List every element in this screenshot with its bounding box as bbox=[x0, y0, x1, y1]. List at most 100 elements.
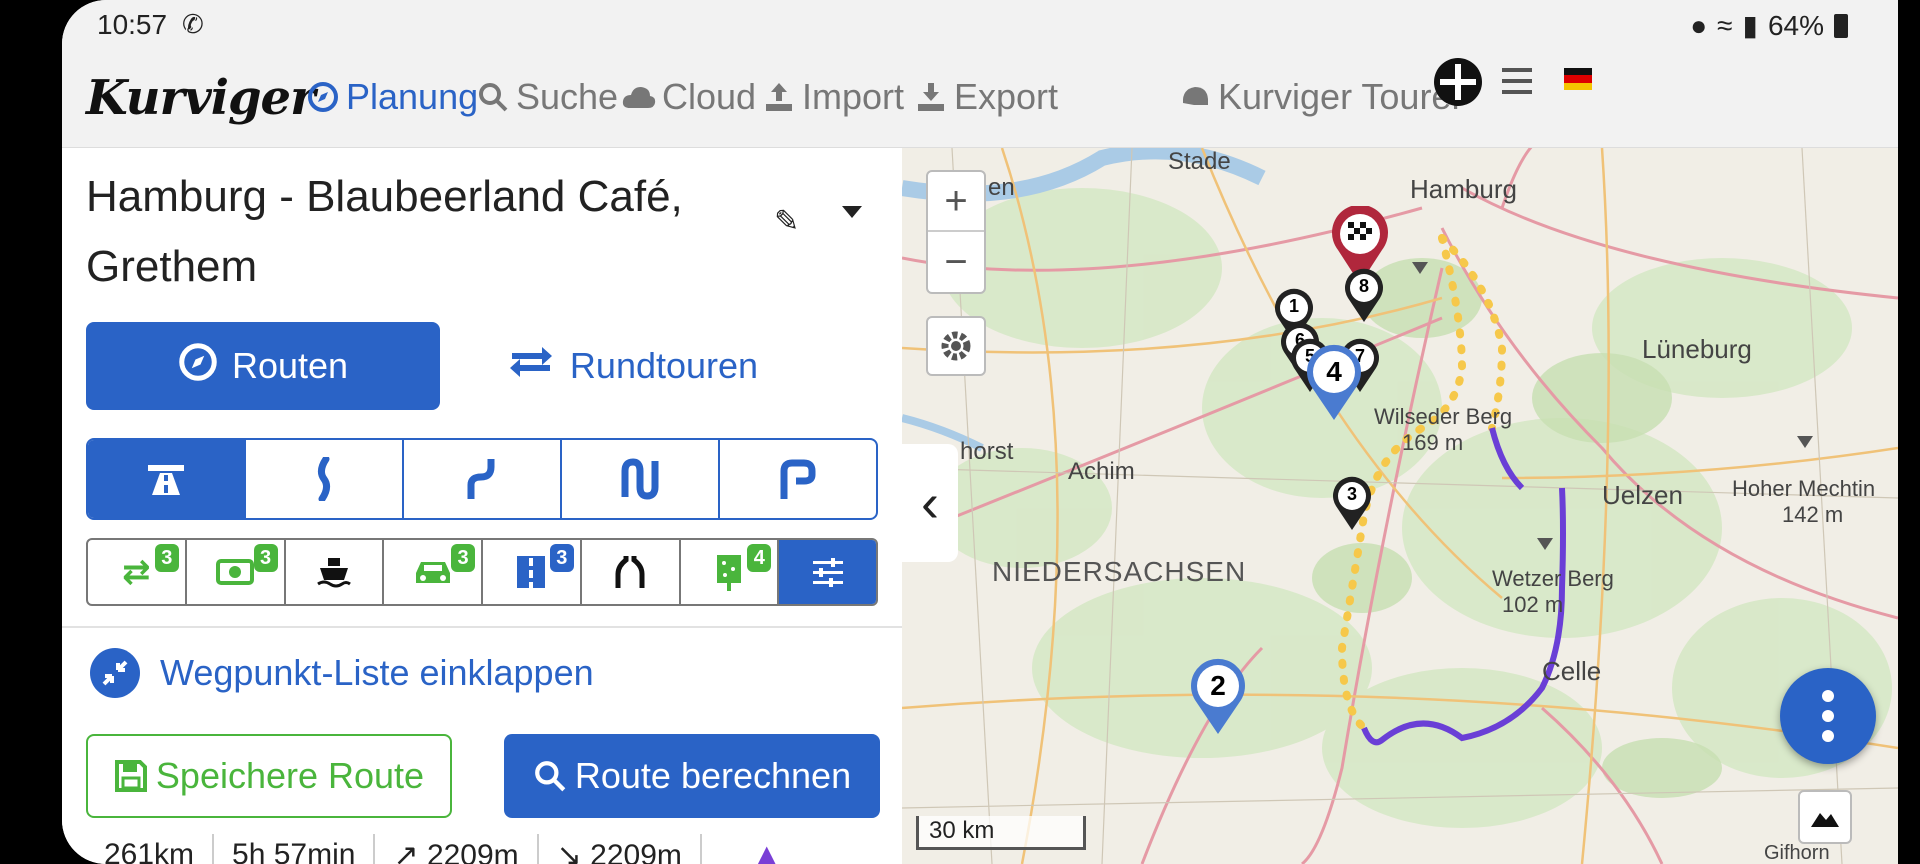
map-label-en: en bbox=[988, 174, 1015, 201]
option-toll[interactable]: 3 bbox=[187, 540, 286, 604]
dot-icon bbox=[1822, 710, 1834, 722]
option-badge: 3 bbox=[154, 544, 179, 572]
gear-icon bbox=[941, 331, 971, 361]
collapse-arrows-icon bbox=[90, 648, 140, 698]
stat-distance: 261km bbox=[86, 834, 215, 864]
option-shuffle[interactable]: ⇄ 3 bbox=[88, 540, 187, 604]
nav-cloud[interactable]: Cloud bbox=[622, 76, 756, 118]
nav-suche-label: Suche bbox=[516, 76, 619, 117]
floppy-icon bbox=[114, 760, 147, 792]
map-label-uelzen: Uelzen bbox=[1602, 480, 1683, 510]
search-icon bbox=[535, 761, 566, 792]
account-icon[interactable] bbox=[1434, 58, 1482, 106]
route-options: ⇄ 3 3 3 3 4 bbox=[86, 538, 878, 606]
option-badge: 3 bbox=[253, 544, 278, 572]
map-label-niedersachsen: NIEDERSACHSEN bbox=[992, 556, 1247, 587]
signal-icon: ▮ bbox=[1742, 10, 1758, 41]
map-label-hoher-mechtin: Hoher Mechtin bbox=[1732, 476, 1876, 501]
nav-kurviger-tourer[interactable]: Kurviger Tourer bbox=[1178, 76, 1463, 118]
waypoint-marker-2[interactable]: 2 bbox=[1186, 658, 1250, 736]
road-type-selector bbox=[86, 438, 878, 520]
very-curvy-road-type[interactable] bbox=[562, 440, 720, 518]
zoom-control: + − bbox=[926, 170, 986, 294]
option-unpaved[interactable]: 3 bbox=[483, 540, 582, 604]
route-map[interactable]: Stade en Hamburg Lüneburg horst Achim Wi… bbox=[902, 148, 1898, 864]
planning-sidebar: Hamburg - Blaubeerland Café, Grethem ✎ R… bbox=[62, 148, 902, 864]
map-label-celle: Celle bbox=[1542, 656, 1602, 686]
highway-road-type[interactable] bbox=[88, 440, 246, 518]
collapse-waypoints[interactable]: Wegpunkt-Liste einklappen bbox=[90, 648, 594, 698]
nav-export[interactable]: Export bbox=[914, 76, 1058, 118]
highway-icon bbox=[148, 465, 184, 495]
nav-export-label: Export bbox=[954, 76, 1059, 117]
rundtouren-button[interactable]: Rundtouren bbox=[482, 322, 782, 410]
map-label-gifhorn: Gifhorn bbox=[1764, 842, 1830, 864]
option-badge: 3 bbox=[451, 544, 475, 572]
map-settings-button[interactable] bbox=[926, 316, 986, 376]
language-flag-de-icon[interactable] bbox=[1564, 68, 1592, 90]
map-label-wilsede: Wilseder Berg bbox=[1374, 404, 1513, 429]
stat-duration: 5h 57min bbox=[214, 834, 376, 864]
menu-icon[interactable] bbox=[1502, 68, 1532, 94]
waypoint-marker-8[interactable]: 8 bbox=[1342, 268, 1386, 324]
nav-import[interactable]: Import bbox=[762, 76, 904, 118]
option-ferry[interactable] bbox=[286, 540, 385, 604]
wifi-icon: ≈ bbox=[1717, 9, 1733, 41]
save-route-label: Speichere Route bbox=[155, 755, 425, 796]
nature-icon bbox=[716, 555, 741, 591]
nav-planung[interactable]: Planung bbox=[306, 76, 478, 118]
divider bbox=[62, 626, 902, 628]
fast-road-type[interactable] bbox=[246, 440, 404, 518]
slight-curve-icon bbox=[317, 457, 331, 501]
elevation-profile-button[interactable] bbox=[1798, 790, 1852, 844]
extreme-curve-icon bbox=[780, 459, 816, 499]
calculate-route-label: Route berechnen bbox=[574, 755, 852, 796]
extreme-curvy-road-type[interactable] bbox=[720, 440, 876, 518]
kurviger-logo[interactable]: Kurviger bbox=[86, 70, 315, 126]
map-label-stade: Stade bbox=[1168, 148, 1231, 175]
compass-icon bbox=[306, 80, 340, 114]
edit-pencil-icon[interactable]: ✎ bbox=[774, 204, 799, 239]
more-options-fab[interactable] bbox=[1780, 668, 1876, 764]
zoom-out-button[interactable]: − bbox=[928, 232, 984, 292]
curve-icon bbox=[467, 459, 495, 499]
option-narrow[interactable] bbox=[582, 540, 681, 604]
map-label-horst: horst bbox=[960, 438, 1014, 465]
location-icon: ● bbox=[1690, 9, 1708, 41]
routen-button[interactable]: Routen bbox=[86, 322, 440, 410]
nav-planung-label: Planung bbox=[346, 76, 479, 117]
option-settings[interactable] bbox=[779, 540, 876, 604]
cloud-icon bbox=[622, 80, 656, 114]
option-badge: 3 bbox=[549, 544, 574, 572]
routen-label: Routen bbox=[231, 345, 349, 386]
nav-import-label: Import bbox=[802, 76, 905, 117]
waypoint-marker-3[interactable]: 3 bbox=[1330, 476, 1374, 532]
mountain-icon bbox=[1811, 813, 1839, 827]
zoom-in-button[interactable]: + bbox=[928, 172, 984, 232]
option-nature[interactable]: 4 bbox=[681, 540, 780, 604]
calculate-route-button[interactable]: Route berechnen bbox=[504, 734, 880, 818]
shuffle-icon: ⇄ bbox=[122, 553, 151, 591]
map-label-achim: Achim bbox=[1068, 458, 1135, 485]
route-title[interactable]: Hamburg - Blaubeerland Café, Grethem bbox=[86, 162, 696, 302]
helmet-icon bbox=[1178, 80, 1212, 114]
wifi-call-icon: ✆ bbox=[182, 9, 204, 39]
rundtouren-label: Rundtouren bbox=[569, 345, 759, 386]
chevron-down-icon[interactable] bbox=[842, 206, 862, 218]
nav-suche[interactable]: Suche bbox=[476, 76, 618, 118]
map-label-wetzer-elev: 102 m bbox=[1502, 592, 1564, 617]
dot-icon bbox=[1822, 730, 1834, 742]
top-navbar: Kurviger Planung Suche Cloud Import Expo… bbox=[62, 48, 1898, 148]
waypoint-marker-4[interactable]: 4 bbox=[1302, 344, 1366, 422]
status-bar: 10:57 ✆ ● ≈ ▮ 64% bbox=[62, 0, 1898, 48]
option-car[interactable]: 3 bbox=[384, 540, 483, 604]
curvy-road-type[interactable] bbox=[404, 440, 562, 518]
save-route-button[interactable]: Speichere Route bbox=[86, 734, 452, 818]
dot-icon bbox=[1822, 690, 1834, 702]
download-icon bbox=[914, 80, 948, 114]
collapse-sidebar-button[interactable]: ‹ bbox=[902, 444, 958, 562]
app-frame: 10:57 ✆ ● ≈ ▮ 64% Kurviger Planung Suche bbox=[62, 0, 1898, 864]
map-label-hoher-elev: 142 m bbox=[1782, 502, 1844, 527]
map-label-wetzer-berg: Wetzer Berg bbox=[1492, 566, 1614, 591]
collapse-label: Wegpunkt-Liste einklappen bbox=[160, 652, 594, 693]
